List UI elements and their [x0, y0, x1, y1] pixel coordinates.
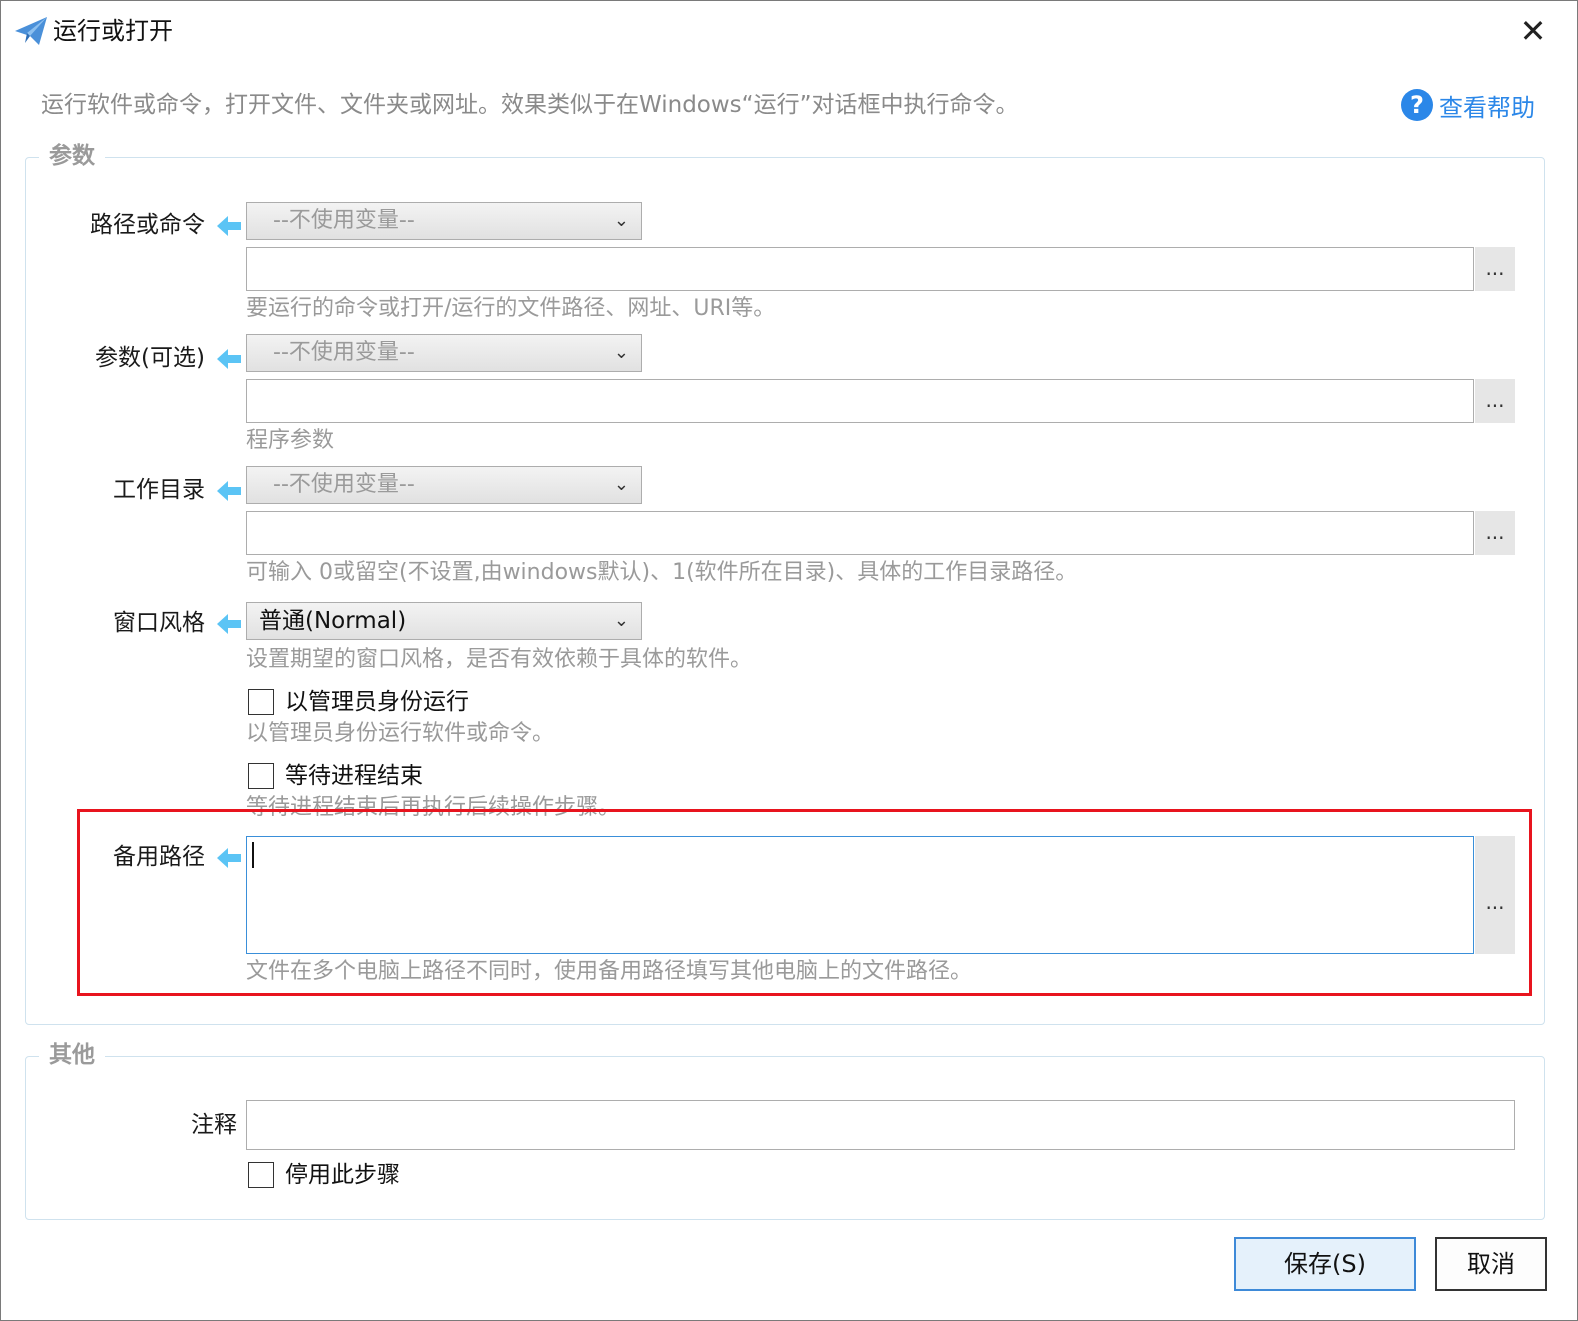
disable-step-checkbox[interactable] [248, 1162, 274, 1188]
path-variable-select[interactable]: --不使用变量-- ⌄ [246, 202, 642, 240]
workdir-input[interactable] [246, 511, 1474, 555]
workdir-variable-value: --不使用变量-- [273, 472, 415, 497]
chevron-down-icon: ⌄ [613, 474, 629, 495]
workdir-variable-select[interactable]: --不使用变量-- ⌄ [246, 466, 642, 504]
run-as-admin-checkbox[interactable] [248, 689, 274, 715]
args-browse-button[interactable]: ... [1475, 379, 1515, 423]
path-browse-button[interactable]: ... [1475, 247, 1515, 291]
disable-step-label[interactable]: 停用此步骤 [285, 1158, 400, 1192]
workdir-browse-button[interactable]: ... [1475, 511, 1515, 555]
arrow-left-icon[interactable] [215, 479, 243, 503]
save-button[interactable]: 保存(S) [1234, 1237, 1416, 1291]
wait-exit-checkbox[interactable] [248, 763, 274, 789]
dialog-description: 运行软件或命令，打开文件、文件夹或网址。效果类似于在Windows“运行”对话框… [41, 92, 1019, 118]
cancel-button[interactable]: 取消 [1435, 1237, 1547, 1291]
highlight-box [77, 809, 1532, 996]
arrow-left-icon[interactable] [215, 612, 243, 636]
other-legend: 其他 [39, 1040, 105, 1070]
args-variable-select[interactable]: --不使用变量-- ⌄ [246, 334, 642, 372]
window-title: 运行或打开 [53, 17, 173, 45]
args-input[interactable] [246, 379, 1474, 423]
chevron-down-icon: ⌄ [613, 610, 629, 631]
path-input[interactable] [246, 247, 1474, 291]
close-icon[interactable]: ✕ [1513, 13, 1553, 49]
arrow-left-icon[interactable] [215, 214, 243, 238]
chevron-down-icon: ⌄ [613, 342, 629, 363]
args-label: 参数(可选) [95, 345, 205, 371]
comment-input[interactable] [246, 1100, 1515, 1150]
dialog-window: 运行或打开 ✕ 运行软件或命令，打开文件、文件夹或网址。效果类似于在Window… [0, 0, 1578, 1321]
run-as-admin-hint: 以管理员身份运行软件或命令。 [246, 721, 555, 746]
window-style-label: 窗口风格 [113, 610, 205, 636]
window-style-select[interactable]: 普通(Normal) ⌄ [246, 602, 642, 640]
path-variable-value: --不使用变量-- [273, 208, 415, 233]
path-label: 路径或命令 [90, 212, 205, 238]
window-style-value: 普通(Normal) [259, 608, 407, 634]
workdir-label: 工作目录 [113, 477, 205, 503]
question-circle-icon: ? [1401, 89, 1433, 121]
wait-exit-label[interactable]: 等待进程结束 [285, 759, 423, 793]
window-style-hint: 设置期望的窗口风格，是否有效依赖于具体的软件。 [246, 647, 753, 672]
run-as-admin-label[interactable]: 以管理员身份运行 [285, 685, 469, 719]
workdir-hint: 可输入 0或留空(不设置,由windows默认)、1(软件所在目录)、具体的工作… [246, 560, 1078, 585]
args-variable-value: --不使用变量-- [273, 340, 415, 365]
args-hint: 程序参数 [246, 428, 335, 453]
help-link[interactable]: ? 查看帮助 [1401, 85, 1535, 125]
help-label: 查看帮助 [1439, 93, 1535, 122]
params-legend: 参数 [39, 141, 105, 171]
chevron-down-icon: ⌄ [613, 210, 629, 231]
comment-label: 注释 [191, 1112, 237, 1138]
paper-plane-icon [15, 17, 47, 45]
arrow-left-icon[interactable] [215, 347, 243, 371]
path-hint: 要运行的命令或打开/运行的文件路径、网址、URI等。 [246, 296, 776, 321]
